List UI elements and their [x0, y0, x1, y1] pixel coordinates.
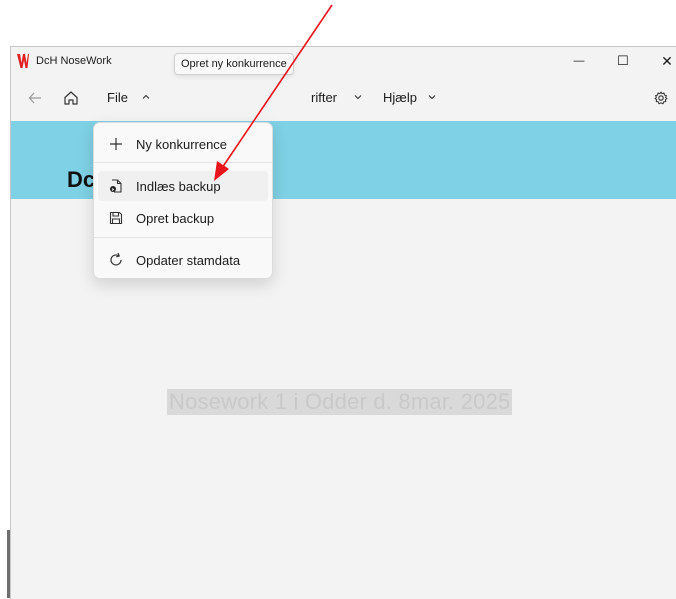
tooltip: Opret ny konkurrence [174, 53, 294, 75]
event-watermark: Nosework 1 i Odder d. 8mar. 2025 [167, 389, 513, 415]
app-window: DcH NoseWork — ☐ ✕ File rifter Hjælp Dc … [10, 46, 676, 599]
chevron-down-icon[interactable] [353, 92, 363, 102]
title-bar[interactable]: DcH NoseWork — ☐ ✕ [11, 47, 676, 75]
chevron-up-icon[interactable] [141, 92, 151, 102]
menu-item-indlaes-backup[interactable]: Indlæs backup [98, 171, 268, 201]
menu-item-opdater-stamdata[interactable]: Opdater stamdata [98, 245, 268, 275]
menu-item-label: Opret backup [136, 210, 215, 226]
menu-item-label: Ny konkurrence [136, 136, 228, 152]
app-title: DcH NoseWork [36, 55, 112, 67]
app-logo-icon [17, 54, 29, 68]
arrow-left-icon [28, 92, 41, 104]
minimize-button[interactable]: — [557, 47, 601, 75]
refresh-icon [108, 252, 124, 268]
menu-separator [94, 162, 272, 163]
chevron-down-icon[interactable] [427, 92, 437, 102]
menu-item-ny-konkurrence[interactable]: Ny konkurrence [98, 129, 268, 159]
menu-item-label: Indlæs backup [136, 178, 221, 194]
menu-separator [94, 237, 272, 238]
minimize-icon: — [573, 55, 585, 67]
file-dropdown-menu: Ny konkurrence Indlæs backup Opret backu… [93, 122, 273, 279]
plus-icon [108, 136, 124, 152]
menu-item-label: Opdater stamdata [136, 252, 241, 268]
settings-button[interactable] [651, 88, 671, 108]
close-icon: ✕ [661, 52, 673, 69]
maximize-button[interactable]: ☐ [601, 47, 645, 75]
menu-udskrifter[interactable]: rifter [311, 90, 337, 105]
menu-hjaelp[interactable]: Hjælp [383, 90, 417, 105]
gear-icon [654, 91, 668, 105]
nav-bar: File rifter Hjælp [11, 75, 676, 121]
maximize-icon: ☐ [617, 53, 629, 68]
open-file-icon [108, 178, 124, 194]
scrollbar[interactable] [7, 530, 10, 598]
home-icon [64, 91, 78, 105]
back-button[interactable] [25, 88, 45, 108]
home-button[interactable] [61, 88, 81, 108]
page-title: Dc [67, 167, 96, 192]
menu-item-opret-backup[interactable]: Opret backup [98, 203, 268, 233]
menu-file[interactable]: File [107, 90, 128, 105]
close-button[interactable]: ✕ [645, 47, 676, 75]
save-icon [108, 210, 124, 226]
